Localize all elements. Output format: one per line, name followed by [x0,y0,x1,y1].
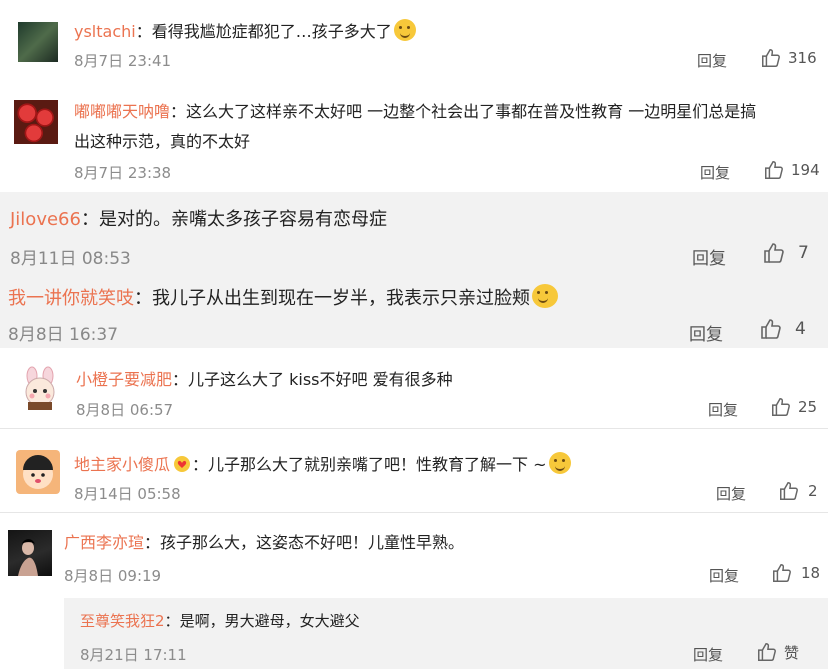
like-count: 4 [795,319,806,339]
like-count: 7 [798,243,809,263]
separator: ： [80,209,99,230]
thumbs-up-icon [770,396,792,418]
yum-emoji [548,452,571,474]
timestamp: 8月7日 23:41 [74,52,172,70]
comment-text-continued: 出这种示范，真的不太好 [74,132,251,151]
avatar[interactable] [18,22,58,62]
comment-item: ysltachi：看得我尴尬症都犯了…孩子多大了 8月7日 23:41 回复 3… [0,0,828,82]
comment-text: 儿子这么大了 kiss不好吧 爱有很多种 [188,370,453,389]
username-link[interactable]: 小橙子要减肥 [76,370,172,389]
separator: ： [172,370,189,389]
reply-button[interactable]: 回复 [709,565,739,586]
like-button[interactable]: 7 [762,241,809,265]
username-link[interactable]: 至尊笑我狂2 [80,612,165,630]
like-button[interactable]: 316 [760,47,817,69]
timestamp: 8月8日 09:19 [64,567,162,585]
timestamp: 8月8日 16:37 [8,325,119,345]
comment-body: 小橙子要减肥：儿子这么大了 kiss不好吧 爱有很多种 [76,366,453,390]
reply-button[interactable]: 回复 [693,644,723,665]
reply-button[interactable]: 回复 [692,244,726,269]
comment-item: Jilove66：是对的。亲嘴太多孩子容易有恋母症 8月11日 08:53 回复… [0,192,828,272]
separator: ： [144,533,161,552]
like-button[interactable]: 18 [771,562,820,584]
avatar[interactable] [18,366,62,410]
like-count: 2 [808,482,818,500]
reply-button[interactable]: 回复 [716,483,746,504]
comment-item: 小橙子要减肥：儿子这么大了 kiss不好吧 爱有很多种 8月8日 06:57 回… [0,348,828,428]
like-label: 赞 [784,643,800,662]
nested-reply: 至尊笑我狂2：是啊，男大避母，女大避父 8月21日 17:11 回复 赞 [64,598,828,669]
like-count: 25 [798,398,818,416]
heart-badge-icon [172,455,192,473]
like-button[interactable]: 2 [778,480,818,502]
thumbs-up-icon [760,47,782,69]
thumbs-up-icon [771,562,793,584]
reply-button[interactable]: 回复 [697,50,727,71]
like-button[interactable]: 194 [763,159,820,181]
username-link[interactable]: 广西李亦瑄 [64,533,144,552]
separator: ： [192,455,209,474]
reply-button[interactable]: 回复 [700,162,730,183]
username-link[interactable]: 我一讲你就笑吱 [8,288,134,309]
like-count: 194 [791,161,820,179]
comment-item: 广西李亦瑄：孩子那么大，这姿态不好吧！儿童性早熟。 8月8日 09:19 回复 … [0,512,828,598]
comment-text: 是对的。亲嘴太多孩子容易有恋母症 [98,209,387,230]
comment-item: 嘟嘟嘟天呐噜：这么大了这样亲不太好吧 一边整个社会出了事都在普及性教育 一边明星… [0,82,828,192]
comment-body: 广西李亦瑄：孩子那么大，这姿态不好吧！儿童性早熟。 [64,529,464,553]
avatar[interactable] [16,450,60,494]
separator: ： [164,612,180,630]
thumbs-up-icon [778,480,800,502]
reply-button[interactable]: 回复 [708,399,738,420]
timestamp: 8月8日 06:57 [76,401,174,419]
comment-body: 地主家小傻瓜 ：儿子那么大了就别亲嘴了吧！性教育了解一下 ~ [74,451,571,475]
comment-item: 地主家小傻瓜 ：儿子那么大了就别亲嘴了吧！性教育了解一下 ~ 8月14日 05:5… [0,428,828,512]
thumbs-up-icon [759,317,783,341]
avatar[interactable] [14,100,58,144]
avatar[interactable] [8,530,52,576]
timestamp: 8月21日 17:11 [80,646,187,664]
username-link[interactable]: ysltachi [74,22,136,41]
timestamp: 8月7日 23:38 [74,164,172,182]
thumbs-up-icon [763,159,785,181]
separator: ： [135,22,152,41]
username-link[interactable]: 地主家小傻瓜 [74,455,170,474]
like-button[interactable]: 4 [759,317,806,341]
comment-body: 我一讲你就笑吱：我儿子从出生到现在一岁半，我表示只亲过脸颊 [8,284,558,310]
timestamp: 8月14日 05:58 [74,485,181,503]
comment-text: 儿子那么大了就别亲嘴了吧！性教育了解一下 ~ [208,455,547,474]
like-button[interactable]: 赞 [756,641,799,663]
comment-text: 是啊，男大避母，女大避父 [179,612,360,630]
separator: ： [170,102,187,121]
thumbs-up-icon [756,641,778,663]
comment-text: 看得我尴尬症都犯了…孩子多大了 [151,22,392,41]
comment-body: 至尊笑我狂2：是啊，男大避母，女大避父 [80,610,360,631]
thumbs-up-icon [762,241,786,265]
comment-text: 这么大了这样亲不太好吧 一边整个社会出了事都在普及性教育 一边明星们总是搞 [186,102,757,121]
username-link[interactable]: Jilove66 [10,209,81,230]
comment-body: 嘟嘟嘟天呐噜：这么大了这样亲不太好吧 一边整个社会出了事都在普及性教育 一边明星… [74,97,814,157]
comment-body: ysltachi：看得我尴尬症都犯了…孩子多大了 [74,18,416,42]
laughing-tears-emoji [532,284,558,308]
username-link[interactable]: 嘟嘟嘟天呐噜 [74,102,170,121]
divider [0,428,828,429]
like-button[interactable]: 25 [770,396,817,418]
comment-item: 我一讲你就笑吱：我儿子从出生到现在一岁半，我表示只亲过脸颊 8月8日 16:37… [0,272,828,348]
comment-text: 我儿子从出生到现在一岁半，我表示只亲过脸颊 [152,288,530,309]
divider [0,512,828,513]
like-count: 18 [801,564,821,582]
separator: ： [134,288,152,309]
comment-body: Jilove66：是对的。亲嘴太多孩子容易有恋母症 [10,205,387,231]
timestamp: 8月11日 08:53 [10,249,131,269]
sweat-smile-emoji [393,19,416,41]
reply-button[interactable]: 回复 [689,320,723,345]
comment-text: 孩子那么大，这姿态不好吧！儿童性早熟。 [160,533,465,552]
like-count: 316 [788,49,817,67]
